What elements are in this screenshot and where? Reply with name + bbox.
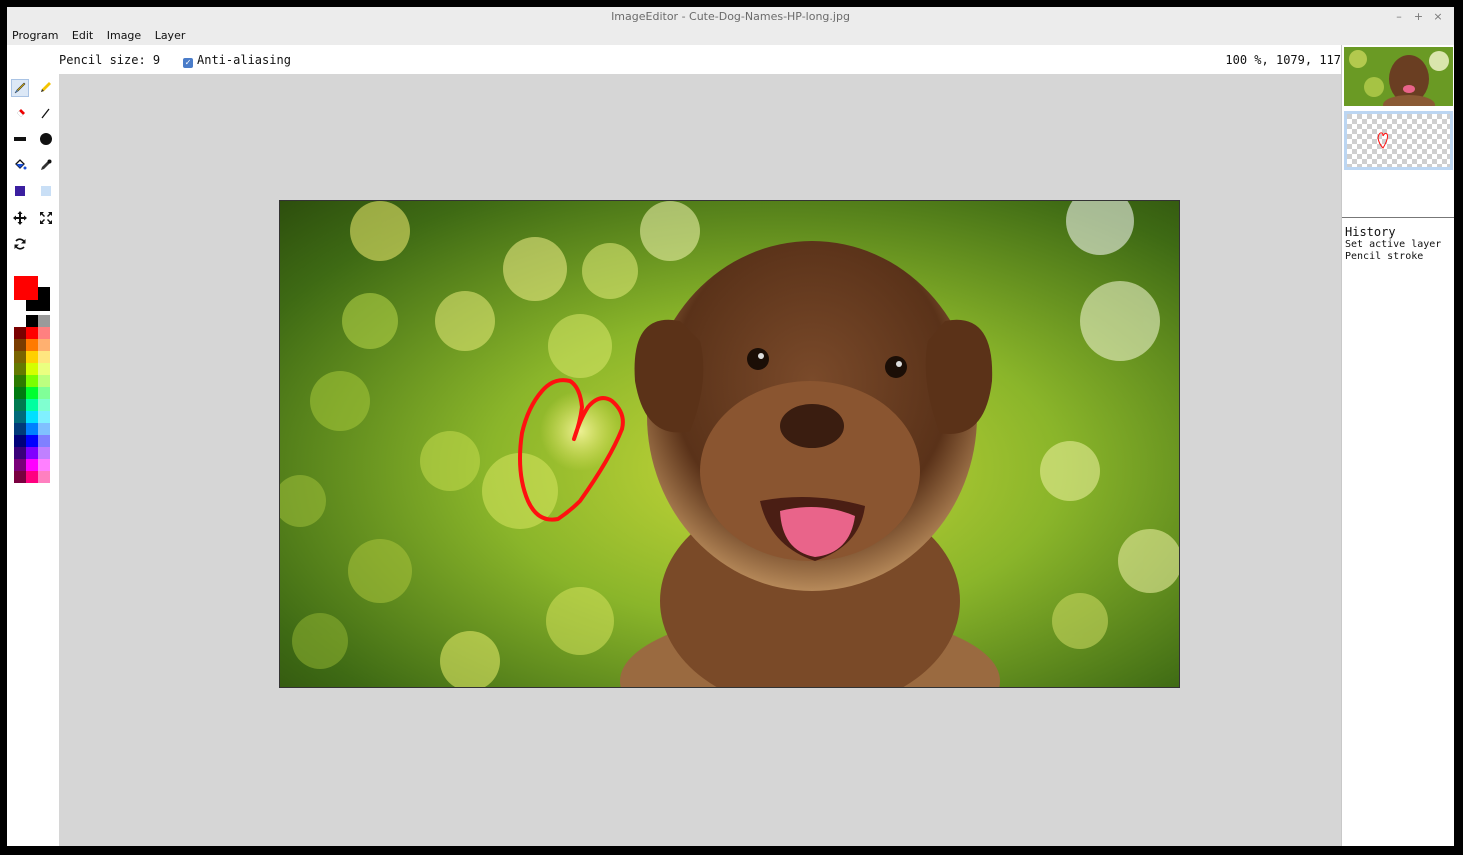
palette-swatch[interactable] (38, 339, 50, 351)
palette-swatch[interactable] (38, 399, 50, 411)
transparent-layer-icon (1347, 114, 1450, 167)
fill-bucket-icon[interactable] (11, 156, 29, 174)
history-title: History (1345, 225, 1396, 239)
palette-swatch[interactable] (26, 447, 38, 459)
palette-swatch[interactable] (14, 459, 26, 471)
palette-swatch[interactable] (26, 471, 38, 483)
resize-icon[interactable] (37, 209, 55, 227)
toolbox (7, 45, 59, 846)
menu-layer[interactable]: Layer (150, 27, 191, 45)
palette-swatch[interactable] (26, 351, 38, 363)
menu-bar: Program Edit Image Layer (7, 27, 1454, 45)
palette-swatch[interactable] (26, 435, 38, 447)
palette-swatch[interactable] (14, 351, 26, 363)
palette-swatch[interactable] (26, 423, 38, 435)
palette-swatch[interactable] (38, 423, 50, 435)
palette-swatch[interactable] (26, 411, 38, 423)
layers-panel: History Set active layer Pencil stroke (1341, 45, 1454, 846)
tool-options-bar: Pencil size: 9 ✓ Anti-aliasing 100 %, 107… (59, 45, 1341, 74)
checkbox-checked-icon[interactable]: ✓ (183, 58, 193, 68)
palette-swatch[interactable] (26, 327, 38, 339)
rectangle-icon[interactable] (11, 130, 29, 148)
palette-swatch[interactable] (38, 411, 50, 423)
history-item[interactable]: Pencil stroke (1345, 251, 1441, 263)
layer-thumbnail-background[interactable] (1344, 47, 1453, 106)
line-icon[interactable] (37, 104, 55, 122)
image-canvas[interactable] (279, 200, 1180, 688)
title-bar: ImageEditor - Cute-Dog-Names-HP-long.jpg… (7, 7, 1454, 27)
menu-image[interactable]: Image (102, 27, 146, 45)
pencil-size-label[interactable]: Pencil size: 9 (59, 53, 160, 67)
palette-swatch[interactable] (26, 399, 38, 411)
palette-swatch[interactable] (38, 363, 50, 375)
palette-swatch[interactable] (14, 339, 26, 351)
dog-thumbnail-icon (1344, 47, 1453, 106)
palette-swatch[interactable] (26, 375, 38, 387)
anti-aliasing-toggle[interactable]: ✓ Anti-aliasing (183, 53, 291, 68)
palette-swatch[interactable] (38, 375, 50, 387)
canvas-area[interactable] (59, 74, 1341, 846)
minimize-button[interactable]: – (1391, 7, 1407, 27)
palette-swatch[interactable] (26, 315, 38, 327)
palette-swatch[interactable] (26, 363, 38, 375)
dog-photo (280, 201, 1179, 687)
fill-color-icon[interactable] (11, 182, 29, 200)
menu-edit[interactable]: Edit (67, 27, 98, 45)
zoom-coordinates-readout: 100 %, 1079, 117 (1225, 53, 1341, 67)
palette-swatch[interactable] (26, 339, 38, 351)
ellipse-icon[interactable] (37, 130, 55, 148)
palette-swatch[interactable] (14, 435, 26, 447)
palette-swatch[interactable] (14, 363, 26, 375)
palette-swatch[interactable] (26, 459, 38, 471)
primary-color-swatch[interactable] (14, 276, 38, 300)
palette-swatch[interactable] (14, 375, 26, 387)
color-picker-icon[interactable] (37, 156, 55, 174)
palette-swatch[interactable] (38, 447, 50, 459)
maximize-button[interactable]: + (1411, 7, 1427, 27)
history-panel: History Set active layer Pencil stroke (1345, 225, 1441, 263)
close-button[interactable]: × (1430, 7, 1446, 27)
palette-swatch[interactable] (14, 399, 26, 411)
palette-swatch[interactable] (38, 435, 50, 447)
history-item[interactable]: Set active layer (1345, 239, 1441, 251)
move-icon[interactable] (11, 209, 29, 227)
palette-swatch[interactable] (38, 351, 50, 363)
palette-swatch[interactable] (14, 411, 26, 423)
main-content: Pencil size: 9 ✓ Anti-aliasing 100 %, 107… (7, 45, 1454, 846)
palette-swatch[interactable] (14, 447, 26, 459)
palette-swatch[interactable] (26, 387, 38, 399)
window-title: ImageEditor - Cute-Dog-Names-HP-long.jpg (611, 10, 850, 23)
palette-swatch[interactable] (14, 327, 26, 339)
palette-swatch[interactable] (38, 471, 50, 483)
palette-swatch[interactable] (14, 423, 26, 435)
menu-program[interactable]: Program (7, 27, 63, 45)
app-window: ImageEditor - Cute-Dog-Names-HP-long.jpg… (7, 7, 1454, 846)
palette-swatch[interactable] (38, 459, 50, 471)
layer-thumbnail-pencil[interactable] (1344, 111, 1453, 170)
palette-swatch[interactable] (14, 387, 26, 399)
anti-aliasing-label: Anti-aliasing (197, 53, 291, 67)
palette-swatch[interactable] (38, 387, 50, 399)
palette-swatch[interactable] (38, 327, 50, 339)
selection-color-icon[interactable] (37, 182, 55, 200)
pencil-icon[interactable] (37, 78, 55, 96)
palette-swatch[interactable] (14, 471, 26, 483)
eraser-icon[interactable] (12, 103, 30, 121)
palette-swatch[interactable] (38, 315, 50, 327)
rotate-icon[interactable] (11, 235, 29, 253)
brush-icon[interactable] (11, 79, 29, 97)
